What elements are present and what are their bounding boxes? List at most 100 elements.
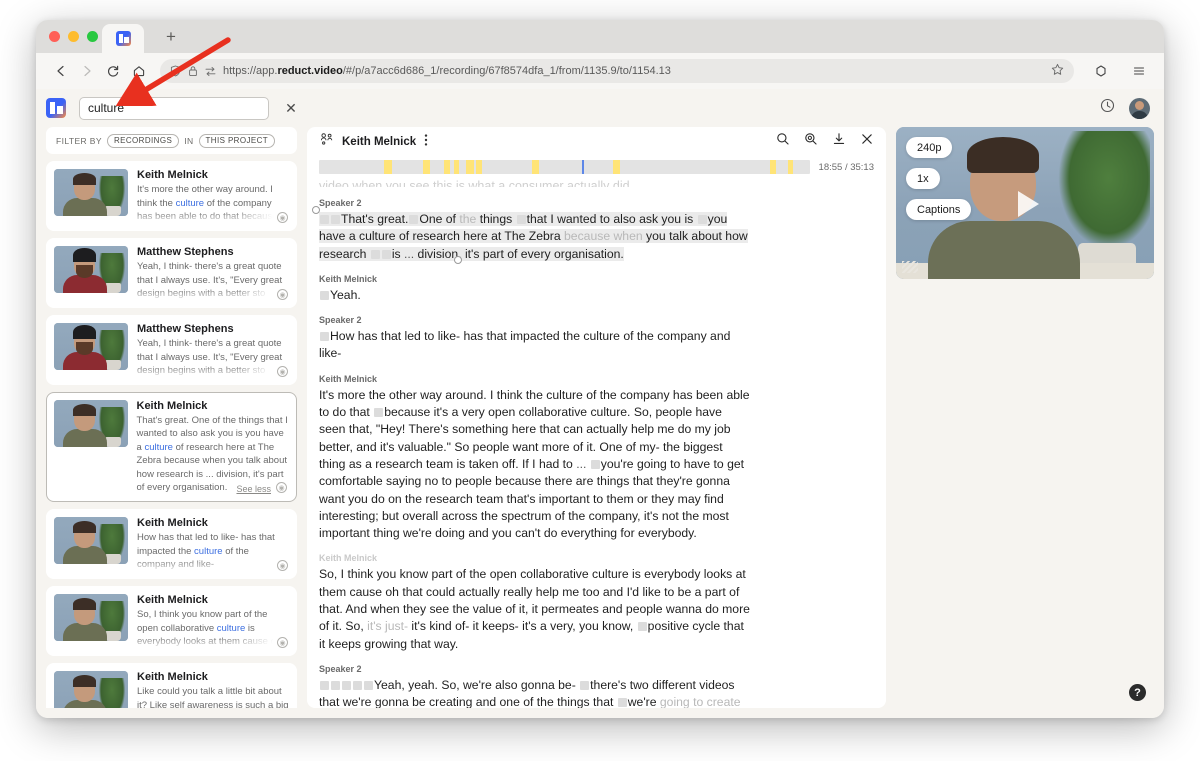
transcript-gap-marker[interactable] — [320, 332, 329, 342]
play-icon[interactable] — [1018, 191, 1039, 217]
close-icon[interactable] — [860, 132, 874, 151]
star-icon[interactable] — [1051, 63, 1064, 79]
browser-tab[interactable] — [102, 24, 144, 53]
maximize-window-button[interactable] — [87, 31, 98, 42]
transcript-gap-marker[interactable] — [320, 215, 329, 224]
clock-icon[interactable] — [1100, 98, 1115, 118]
search-result-card[interactable]: Matthew Stephens Yeah, I think- there's a… — [46, 238, 297, 308]
result-thumbnail — [54, 323, 128, 370]
add-circle-icon[interactable]: ◉ — [276, 482, 287, 493]
transcript-gap-marker[interactable] — [320, 680, 329, 690]
filter-project-chip[interactable]: THIS PROJECT — [198, 133, 276, 148]
transcript-gap-marker[interactable] — [409, 215, 419, 224]
result-thumbnail — [54, 517, 128, 564]
result-thumbnail — [54, 671, 128, 708]
transcript-paragraph[interactable]: It's more the other way around. I think … — [319, 387, 751, 543]
transcript-gap-marker[interactable] — [697, 215, 707, 224]
transcript-speaker-label[interactable]: Keith Melnick — [319, 274, 751, 284]
reload-icon[interactable] — [100, 58, 126, 84]
filter-scope-chip[interactable]: RECORDINGS — [106, 133, 180, 148]
selected-transcript-text[interactable]: That's great. One of the things that I wa… — [319, 212, 748, 261]
back-icon[interactable] — [48, 58, 74, 84]
transcript-gap-marker[interactable] — [342, 680, 351, 690]
close-window-button[interactable] — [49, 31, 60, 42]
help-button[interactable]: ? — [1129, 684, 1146, 701]
video-player[interactable]: 240p 1x Captions — [896, 127, 1154, 279]
selection-handle-end[interactable] — [454, 256, 462, 264]
timeline-marker[interactable] — [454, 160, 459, 174]
add-circle-icon[interactable]: ◉ — [277, 289, 288, 300]
transcript-speaker-label[interactable]: Speaker 2 — [319, 315, 751, 325]
transcript-paragraph[interactable]: So, I think you know part of the open co… — [319, 566, 751, 652]
search-result-card[interactable]: Keith Melnick So, I think you know part o… — [46, 586, 297, 656]
new-tab-button[interactable]: + — [166, 28, 176, 45]
user-avatar[interactable] — [1129, 97, 1150, 119]
search-in-video-icon[interactable] — [804, 132, 818, 151]
add-circle-icon[interactable]: ◉ — [277, 560, 288, 571]
search-result-card[interactable]: Keith Melnick It's more the other way aro… — [46, 161, 297, 231]
timeline-marker[interactable] — [475, 160, 482, 174]
transcript-paragraph[interactable]: Yeah, yeah. So, we're also gonna be- the… — [319, 677, 751, 708]
minimize-window-button[interactable] — [68, 31, 79, 42]
transcript-gap-marker[interactable] — [353, 680, 362, 690]
playback-speed-button[interactable]: 1x — [906, 168, 940, 189]
quality-button[interactable]: 240p — [906, 137, 953, 158]
transcript-text-column[interactable]: video when you see this is what a consum… — [312, 178, 751, 708]
search-result-card[interactable]: Matthew Stephens Yeah, I think- there's a… — [46, 315, 297, 385]
search-result-card[interactable]: Keith Melnick That's great. One of the th… — [46, 392, 297, 502]
timeline-marker[interactable] — [787, 160, 793, 174]
address-bar-url: https://app.reduct.video/#/p/a7acc6d686_… — [223, 65, 671, 77]
transcript-paragraph[interactable]: How has that led to like- has that impac… — [319, 328, 751, 363]
transcript-speaker-label[interactable]: Keith Melnick — [319, 553, 751, 563]
transcript-gap-marker[interactable] — [590, 459, 600, 469]
download-icon[interactable] — [832, 132, 846, 151]
captions-button[interactable]: Captions — [906, 199, 972, 220]
transcript-gap-marker[interactable] — [617, 698, 627, 708]
home-icon[interactable] — [126, 58, 152, 84]
filter-in-label: IN — [184, 135, 194, 146]
add-circle-icon[interactable]: ◉ — [277, 637, 288, 648]
see-less-link[interactable]: See less — [236, 484, 271, 494]
transcript-gap-marker[interactable] — [637, 622, 647, 632]
search-icon[interactable] — [776, 132, 790, 151]
transcript-gap-marker[interactable] — [374, 408, 384, 418]
transcript-paragraph[interactable]: Yeah. — [319, 287, 751, 304]
reduct-logo-icon[interactable] — [46, 98, 66, 118]
transcript-speaker-label[interactable]: Speaker 2 — [319, 664, 751, 674]
timeline-track[interactable] — [319, 160, 810, 174]
transcript-gap-marker[interactable] — [381, 249, 391, 259]
search-result-card[interactable]: Keith Melnick Like could you talk a littl… — [46, 663, 297, 708]
transcript-speaker-label[interactable]: Keith Melnick — [319, 374, 751, 384]
transcript-gap-marker[interactable] — [370, 249, 380, 259]
timeline-playhead[interactable] — [582, 160, 585, 174]
address-bar[interactable]: https://app.reduct.video/#/p/a7acc6d686_… — [160, 59, 1074, 83]
transcript-gap-marker[interactable] — [331, 680, 340, 690]
more-vertical-icon[interactable] — [424, 133, 428, 150]
hamburger-menu-icon[interactable] — [1126, 58, 1152, 84]
selection-handle-start[interactable] — [312, 206, 320, 214]
transcript-gap-marker[interactable] — [516, 215, 526, 224]
transcript-gap-marker[interactable] — [320, 290, 329, 300]
transcript-gap-marker[interactable] — [364, 680, 373, 690]
add-circle-icon[interactable]: ◉ — [277, 366, 288, 377]
timeline-marker[interactable] — [384, 160, 392, 174]
timeline-marker[interactable] — [443, 160, 450, 174]
search-result-card[interactable]: Keith Melnick How has that led to like- h… — [46, 509, 297, 579]
timeline-marker[interactable] — [466, 160, 474, 174]
transcript-speaker-label[interactable]: Speaker 2 — [319, 198, 751, 208]
transcript-gap-marker[interactable] — [331, 215, 340, 224]
transcript-title: Keith Melnick — [342, 135, 417, 148]
transcript-timeline[interactable]: 18:55 / 35:13 — [307, 156, 886, 178]
transcript-paragraph[interactable]: That's great. One of the things that I wa… — [312, 206, 751, 264]
transcript-body[interactable]: video when you see this is what a consum… — [307, 178, 886, 708]
timeline-marker[interactable] — [770, 160, 776, 174]
window-traffic-lights — [49, 31, 98, 42]
add-circle-icon[interactable]: ◉ — [277, 212, 288, 223]
search-input[interactable]: culture — [79, 96, 269, 120]
extensions-icon[interactable] — [1088, 58, 1114, 84]
clear-search-button[interactable]: ✕ — [283, 100, 299, 117]
transcript-gap-marker[interactable] — [580, 680, 590, 690]
timeline-marker[interactable] — [422, 160, 430, 174]
timeline-marker[interactable] — [613, 160, 620, 174]
timeline-marker[interactable] — [531, 160, 539, 174]
